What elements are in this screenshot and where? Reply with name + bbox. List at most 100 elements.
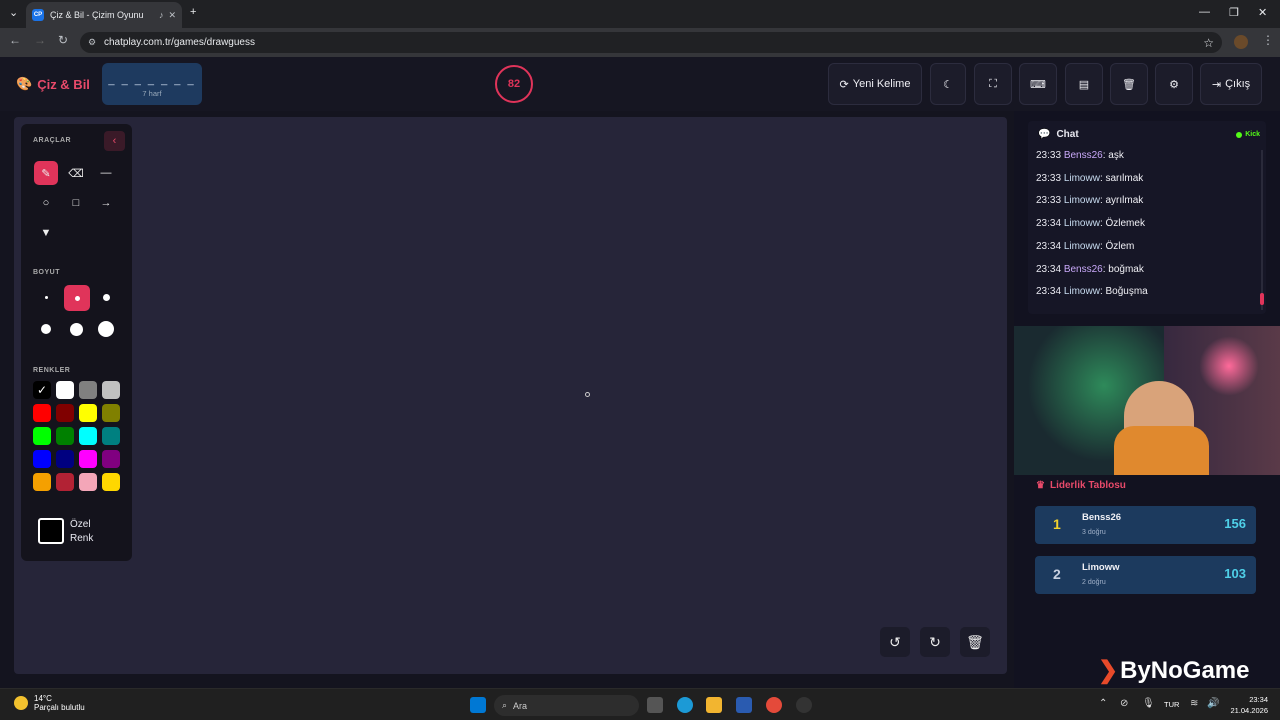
- leaderboard-name: Benss26: [1082, 512, 1122, 523]
- keyboard-button[interactable]: ⌨: [1019, 63, 1057, 105]
- volume-icon[interactable]: 🔊: [1207, 698, 1219, 709]
- network-icon[interactable]: ⊘: [1120, 698, 1128, 709]
- settings-button[interactable]: ⚙: [1155, 63, 1193, 105]
- chat-scroll-thumb[interactable]: [1260, 293, 1264, 305]
- size-option-2[interactable]: [64, 285, 90, 311]
- circle-tool[interactable]: ○: [34, 191, 58, 215]
- chat-message: 23:34 Limoww: Boğuşma: [1036, 286, 1148, 297]
- obs-icon[interactable]: [796, 697, 812, 713]
- taskbar-search[interactable]: ⌕ Ara: [494, 695, 639, 716]
- color-swatch[interactable]: [56, 381, 74, 399]
- drawing-canvas[interactable]: [14, 117, 1007, 674]
- color-swatch[interactable]: [79, 404, 97, 422]
- color-swatch[interactable]: [33, 404, 51, 422]
- fill-tool[interactable]: ▼: [34, 221, 58, 245]
- address-bar[interactable]: ⚙ chatplay.com.tr/games/drawguess ☆: [80, 32, 1222, 53]
- tab-list-icon[interactable]: ⌄: [9, 6, 18, 19]
- task-view-icon[interactable]: [647, 697, 663, 713]
- wifi-icon[interactable]: ≋: [1190, 698, 1198, 709]
- color-swatch[interactable]: [102, 404, 120, 422]
- taskbar-clock[interactable]: 23:34 21.04.2026: [1230, 694, 1268, 716]
- tab-audio-icon[interactable]: ♪: [159, 10, 164, 20]
- color-swatch[interactable]: [56, 427, 74, 445]
- maximize-icon[interactable]: ❐: [1229, 6, 1239, 19]
- back-icon[interactable]: ←: [9, 33, 21, 47]
- dark-mode-button[interactable]: ☾: [930, 63, 966, 105]
- app-logo[interactable]: 🎨 Çiz & Bil: [16, 76, 90, 92]
- exit-button[interactable]: ⇥ Çıkış: [1200, 63, 1262, 105]
- size-option-4[interactable]: [34, 317, 58, 341]
- browser-tab-bar: ⌄ CP Çiz & Bil - Çizim Oyunu ♪ ✕ + — ❐ ✕: [0, 0, 1280, 28]
- color-swatch[interactable]: [79, 427, 97, 445]
- profile-avatar[interactable]: [1234, 35, 1248, 49]
- tab-close-icon[interactable]: ✕: [168, 10, 176, 21]
- color-swatch[interactable]: [56, 473, 74, 491]
- leaderboard-name: Limoww: [1082, 562, 1120, 573]
- refresh-icon: ⟳: [839, 78, 849, 91]
- message-user[interactable]: Benss26: [1064, 150, 1103, 161]
- color-swatch[interactable]: [79, 450, 97, 468]
- color-swatch[interactable]: [33, 427, 51, 445]
- line-icon: —: [100, 167, 112, 179]
- arrow-tool[interactable]: →: [94, 191, 118, 215]
- rectangle-tool[interactable]: □: [64, 191, 88, 215]
- clear-canvas-button[interactable]: 🗑: [960, 627, 990, 657]
- bynogame-logo-icon: ❯: [1098, 657, 1119, 684]
- color-swatch[interactable]: [79, 473, 97, 491]
- file-explorer-icon[interactable]: [706, 697, 722, 713]
- color-swatch[interactable]: [102, 473, 120, 491]
- message-user[interactable]: Limoww: [1064, 173, 1100, 184]
- bookmark-star-icon[interactable]: ☆: [1203, 36, 1214, 50]
- color-swatch[interactable]: ✓: [33, 381, 51, 399]
- message-user[interactable]: Limoww: [1064, 286, 1100, 297]
- browser-tab[interactable]: CP Çiz & Bil - Çizim Oyunu ♪ ✕: [26, 2, 182, 28]
- archive-icon: ▤: [1078, 78, 1090, 91]
- fullscreen-button[interactable]: ⛶: [974, 63, 1012, 105]
- eraser-tool[interactable]: ⌫: [64, 161, 88, 185]
- custom-color-label-2: Renk: [70, 532, 94, 544]
- message-user[interactable]: Limoww: [1064, 195, 1100, 206]
- color-swatch[interactable]: [56, 450, 74, 468]
- windows-start-icon[interactable]: [470, 697, 486, 713]
- webcam-overlay: [1014, 326, 1280, 475]
- delete-button[interactable]: 🗑: [1110, 63, 1148, 105]
- undo-button[interactable]: ↺: [880, 627, 910, 657]
- tray-chevron-icon[interactable]: ⌃: [1099, 698, 1107, 709]
- new-tab-icon[interactable]: +: [190, 6, 196, 18]
- reload-icon[interactable]: ↻: [58, 33, 68, 47]
- message-user[interactable]: Limoww: [1064, 241, 1100, 252]
- new-word-button[interactable]: ⟳ Yeni Kelime: [828, 63, 922, 105]
- color-swatch[interactable]: [102, 381, 120, 399]
- edge-icon[interactable]: [677, 697, 693, 713]
- chrome-icon[interactable]: [766, 697, 782, 713]
- color-swatch[interactable]: [79, 381, 97, 399]
- weather-widget[interactable]: 14°C Parçalı bulutlu: [14, 694, 85, 712]
- size-option-6[interactable]: [94, 317, 118, 341]
- microphone-icon[interactable]: 🎙: [1142, 698, 1155, 709]
- custom-color-button[interactable]: Özel Renk: [38, 511, 120, 551]
- size-option-5[interactable]: [64, 317, 88, 341]
- color-swatch[interactable]: [102, 450, 120, 468]
- color-swatch[interactable]: [102, 427, 120, 445]
- language-indicator[interactable]: TUR: [1164, 700, 1179, 709]
- site-info-icon[interactable]: ⚙: [88, 37, 96, 48]
- chat-scrollbar[interactable]: [1261, 150, 1263, 310]
- color-swatch[interactable]: [56, 404, 74, 422]
- archive-button[interactable]: ▤: [1065, 63, 1103, 105]
- color-swatch[interactable]: [33, 450, 51, 468]
- collapse-panel-button[interactable]: ‹: [104, 131, 125, 151]
- forward-icon[interactable]: →: [34, 33, 46, 47]
- size-option-1[interactable]: [34, 285, 58, 309]
- message-user[interactable]: Limoww: [1064, 218, 1100, 229]
- brush-tool[interactable]: ✎: [34, 161, 58, 185]
- minimize-icon[interactable]: —: [1199, 6, 1210, 18]
- tools-section-title: ARAÇLAR: [33, 137, 72, 144]
- browser-menu-icon[interactable]: ⋮: [1262, 33, 1274, 47]
- store-icon[interactable]: [736, 697, 752, 713]
- window-close-icon[interactable]: ✕: [1258, 6, 1267, 19]
- redo-button[interactable]: ↻: [920, 627, 950, 657]
- message-user[interactable]: Benss26: [1064, 264, 1103, 275]
- size-option-3[interactable]: [94, 285, 118, 309]
- color-swatch[interactable]: [33, 473, 51, 491]
- line-tool[interactable]: —: [94, 161, 118, 185]
